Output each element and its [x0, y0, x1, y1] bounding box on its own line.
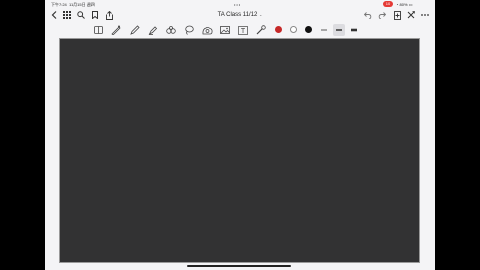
navigation-bar: TA Class 11/12 ⌄ [45, 8, 435, 22]
redo-icon[interactable] [377, 10, 387, 20]
stroke-thick-button[interactable] [348, 24, 360, 36]
text-tool-icon[interactable]: T [237, 24, 249, 36]
stroke-medium-button[interactable] [333, 24, 345, 36]
shapes-icon[interactable] [201, 24, 213, 36]
undo-icon[interactable] [363, 10, 373, 20]
highlighter-icon[interactable] [147, 24, 159, 36]
color-swatch-red[interactable] [275, 26, 282, 33]
color-swatch-white[interactable] [290, 26, 297, 33]
drawing-toolbar: T [45, 22, 435, 38]
text-tool-glyph: T [241, 28, 246, 35]
battery-percent: 80% [399, 2, 408, 7]
eraser-icon[interactable] [165, 24, 177, 36]
screen-recording-badge: 10 [383, 1, 393, 7]
laser-pointer-icon[interactable] [255, 24, 267, 36]
title-chevron-icon: ⌄ [259, 12, 263, 17]
pen-icon[interactable] [129, 24, 141, 36]
home-indicator[interactable] [187, 265, 291, 267]
color-swatch-black[interactable] [305, 26, 312, 33]
stroke-thin-button[interactable] [318, 24, 330, 36]
status-date: 11月15日 週四 [69, 2, 95, 7]
status-bar: 下午7:24 11月15日 週四 ••• 10 ◔ 80% ▭ [45, 0, 435, 8]
wifi-icon: ◔ [396, 2, 399, 7]
app-window: 下午7:24 11月15日 週四 ••• 10 ◔ 80% ▭ TA Class… [45, 0, 435, 270]
close-toolbar-icon[interactable] [406, 10, 416, 20]
more-options-icon[interactable] [420, 10, 430, 20]
battery-icon: ▭ [408, 2, 413, 7]
multitasking-dots-icon[interactable]: ••• [234, 2, 241, 7]
image-icon[interactable] [219, 24, 231, 36]
read-mode-icon[interactable] [92, 24, 104, 36]
lasso-icon[interactable] [183, 24, 195, 36]
note-canvas[interactable] [59, 38, 420, 263]
status-right: ◔ 80% ▭ [396, 2, 412, 7]
add-page-icon[interactable] [392, 10, 402, 20]
lasso-pen-icon[interactable] [110, 24, 122, 36]
